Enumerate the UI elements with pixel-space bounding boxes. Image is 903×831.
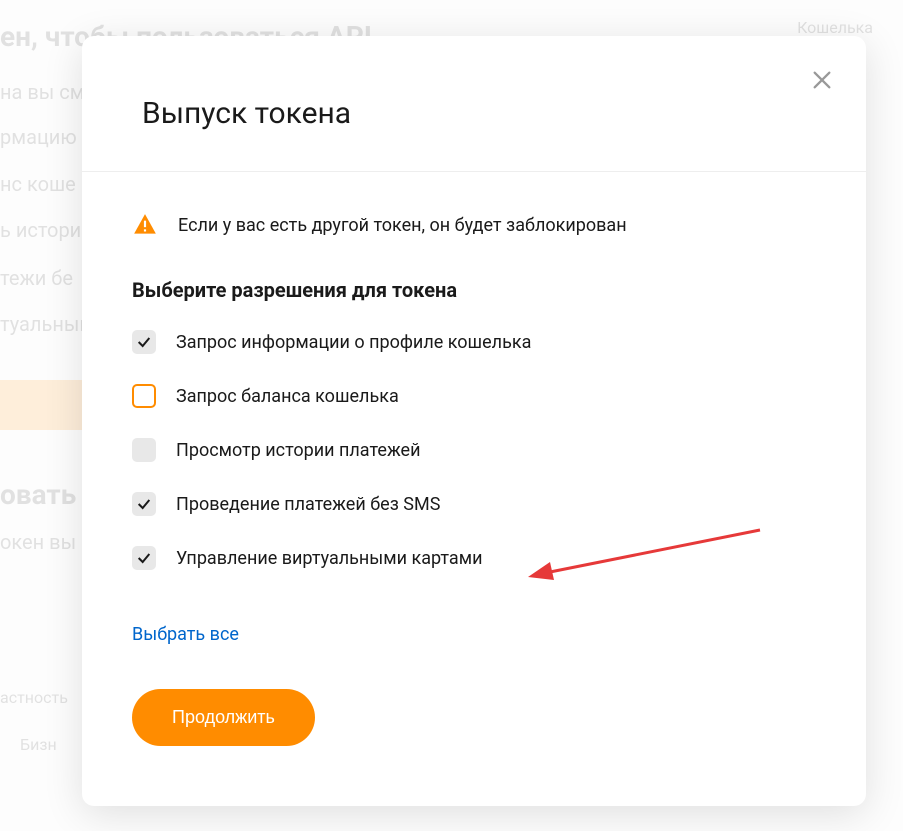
check-icon — [136, 334, 152, 350]
token-issue-modal: Выпуск токена Если у вас есть другой ток… — [82, 36, 866, 806]
permission-label: Проведение платежей без SMS — [176, 494, 440, 515]
warning-row: Если у вас есть другой токен, он будет з… — [132, 212, 816, 238]
select-all-link[interactable]: Выбрать все — [132, 624, 239, 645]
modal-body: Если у вас есть другой токен, он будет з… — [82, 172, 866, 786]
check-icon — [136, 496, 152, 512]
continue-button[interactable]: Продолжить — [132, 689, 315, 746]
permission-row: Управление виртуальными картами — [132, 546, 816, 570]
permission-checkbox-balance[interactable] — [132, 384, 156, 408]
permission-row: Запрос баланса кошелька — [132, 384, 816, 408]
permission-checkbox-virtual-cards[interactable] — [132, 546, 156, 570]
close-icon — [811, 69, 833, 91]
permission-checkbox-profile[interactable] — [132, 330, 156, 354]
permission-label: Запрос информации о профиле кошелька — [176, 332, 531, 353]
permission-label: Управление виртуальными картами — [176, 548, 482, 569]
warning-icon — [132, 212, 158, 238]
permission-label: Запрос баланса кошелька — [176, 386, 399, 407]
permission-checkbox-payments[interactable] — [132, 492, 156, 516]
close-button[interactable] — [806, 64, 838, 96]
warning-text: Если у вас есть другой токен, он будет з… — [178, 215, 627, 236]
permission-row: Проведение платежей без SMS — [132, 492, 816, 516]
permission-row: Запрос информации о профиле кошелька — [132, 330, 816, 354]
permission-row: Просмотр истории платежей — [132, 438, 816, 462]
permission-label: Просмотр истории платежей — [176, 440, 421, 461]
modal-title: Выпуск токена — [142, 96, 806, 131]
permissions-section-title: Выберите разрешения для токена — [132, 278, 816, 302]
check-icon — [136, 550, 152, 566]
modal-header: Выпуск токена — [82, 36, 866, 172]
permission-checkbox-history[interactable] — [132, 438, 156, 462]
